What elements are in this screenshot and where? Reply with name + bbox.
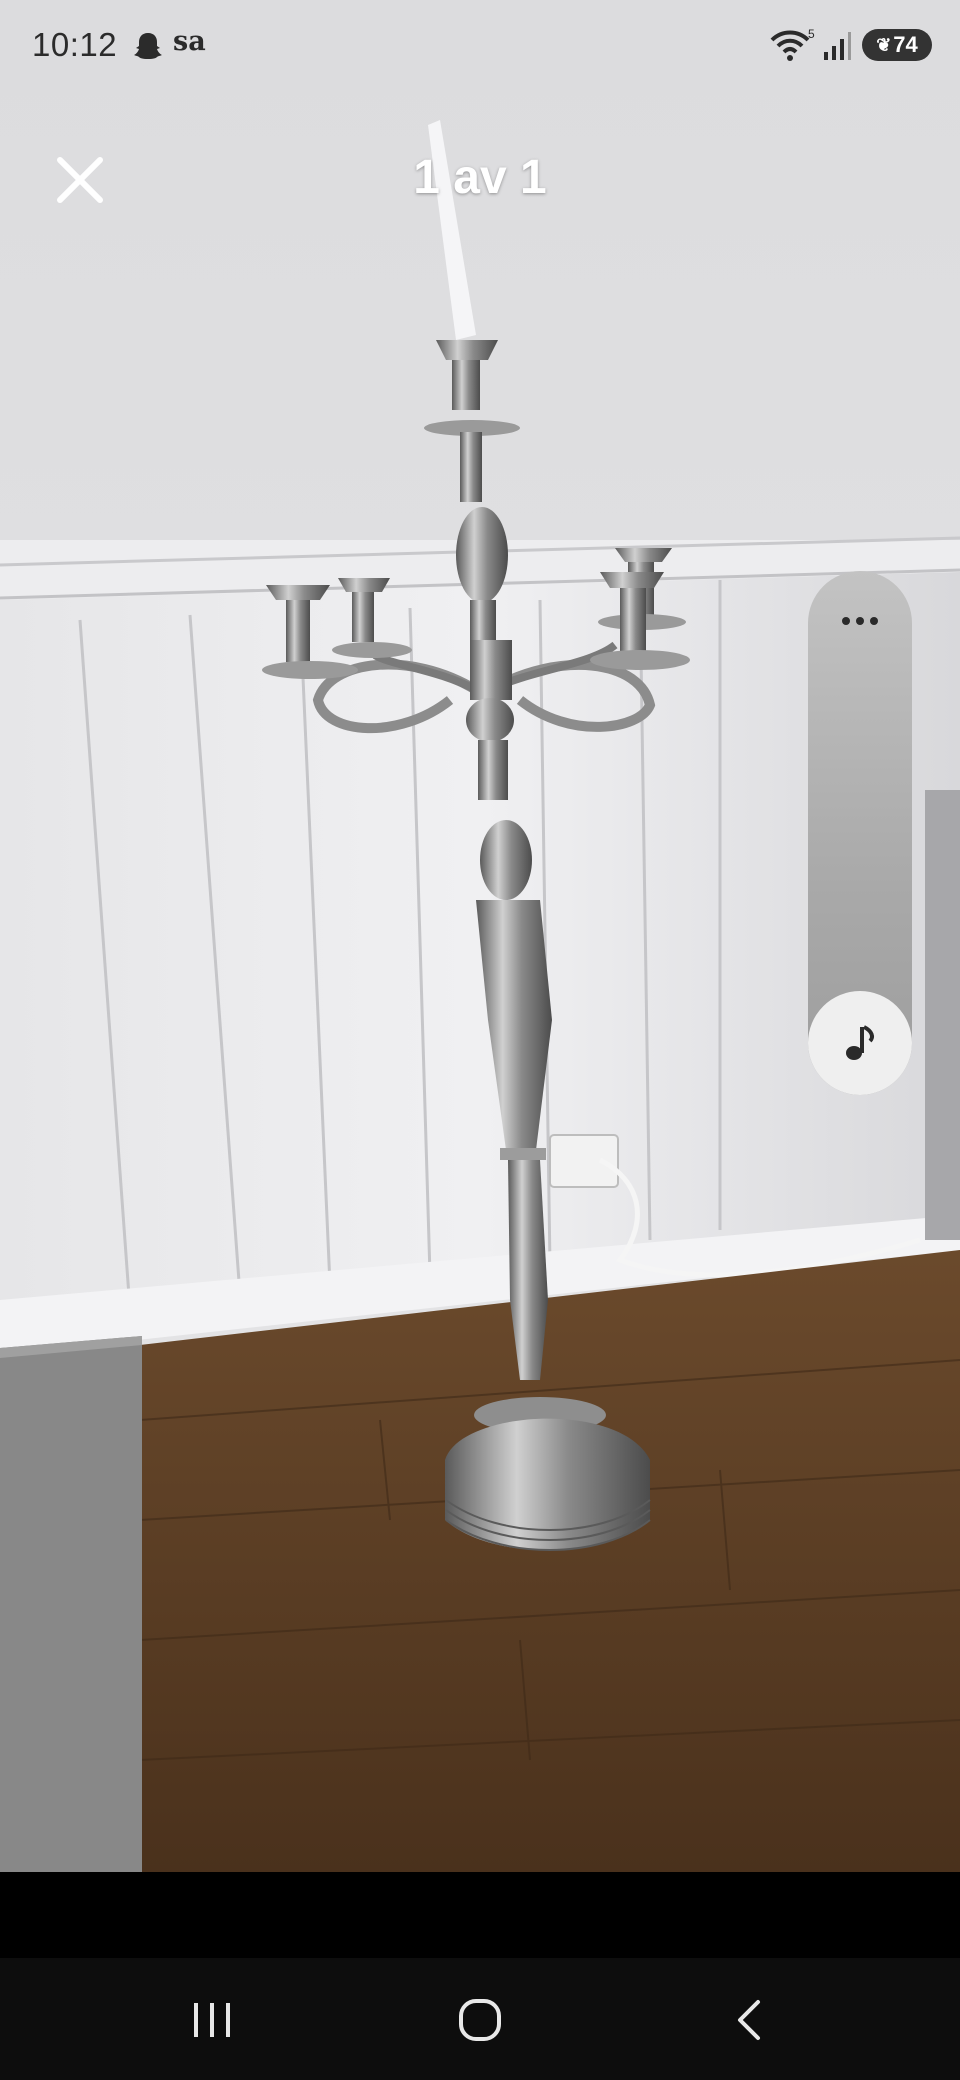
- back-button[interactable]: [690, 1980, 810, 2060]
- battery-level: 74: [893, 32, 918, 57]
- wifi-label: 5: [808, 28, 815, 41]
- recents-icon: [194, 2003, 230, 2037]
- side-action-panel: [808, 571, 912, 1095]
- status-carrier: sa: [173, 26, 206, 57]
- system-nav-bar: [0, 1958, 960, 2080]
- recents-button[interactable]: [152, 1980, 272, 2060]
- battery-saver-icon: ❦: [876, 34, 892, 55]
- battery-indicator: ❦ 74: [862, 29, 932, 61]
- more-horizontal-icon: [842, 617, 850, 625]
- music-note-icon: [846, 1025, 874, 1060]
- music-button[interactable]: [808, 991, 912, 1095]
- more-options-button[interactable]: [808, 591, 912, 651]
- wifi-icon: 5: [770, 28, 815, 61]
- status-bar: 10:12 sa 5 ❦ 74: [0, 0, 960, 90]
- page-counter-title: 1 av 1: [413, 151, 547, 204]
- signal-icon: [824, 32, 851, 60]
- back-icon: [738, 2000, 760, 2040]
- letterbox-gap: [0, 1872, 960, 1958]
- status-time: 10:12: [32, 26, 118, 63]
- viewer-top-bar: 1 av 1: [0, 120, 960, 240]
- home-icon: [459, 1999, 501, 2041]
- home-button[interactable]: [420, 1980, 540, 2060]
- snapchat-ghost-icon: [134, 33, 162, 59]
